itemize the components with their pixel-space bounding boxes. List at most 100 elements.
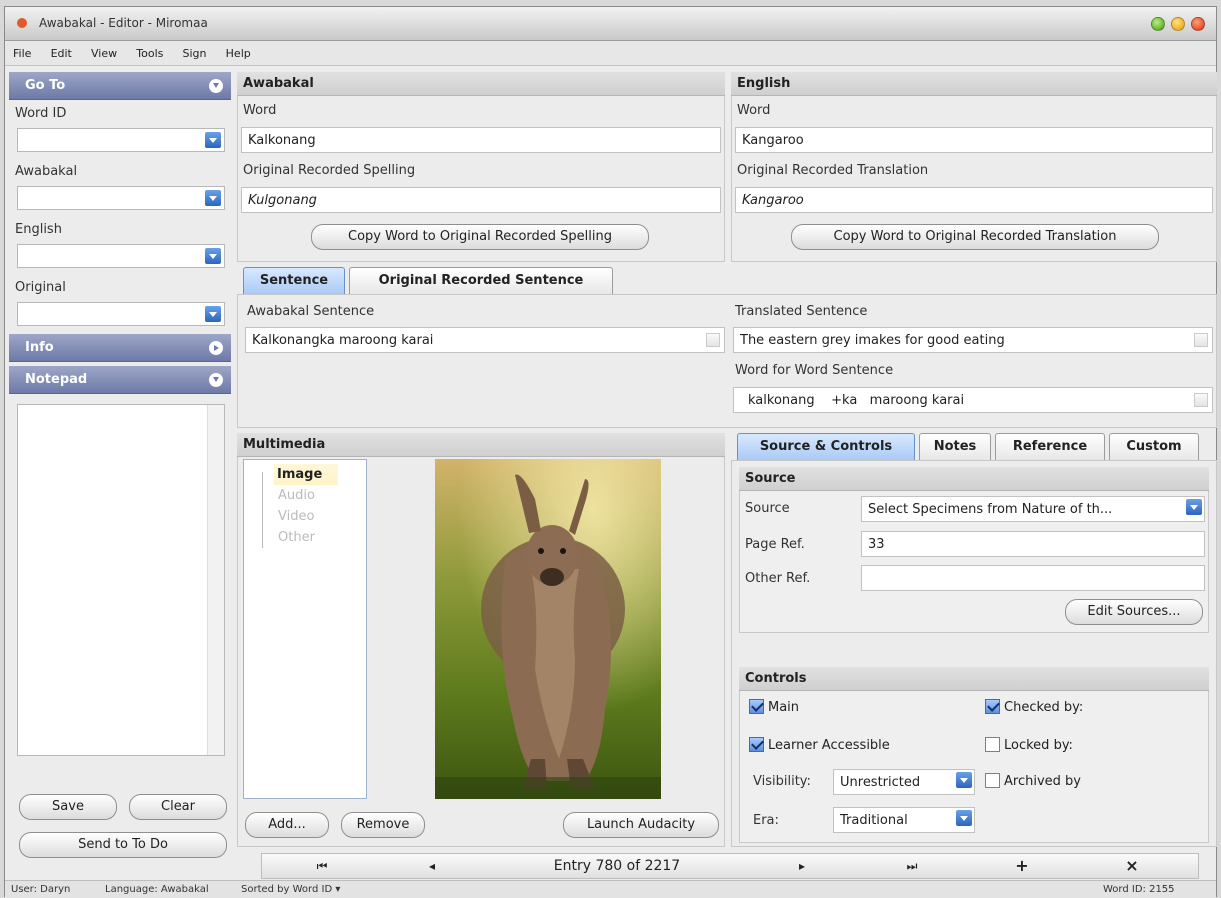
english-orig-input[interactable]: Kangaroo	[735, 187, 1213, 213]
collapse-icon[interactable]	[209, 373, 223, 387]
translated-sentence-label: Translated Sentence	[735, 304, 868, 319]
word-id-combo[interactable]	[17, 128, 225, 152]
awabakal-label: Awabakal	[15, 164, 78, 179]
add-record-icon[interactable]: +	[972, 854, 1072, 878]
close-button[interactable]	[1191, 17, 1205, 31]
page-ref-label: Page Ref.	[745, 537, 805, 552]
copy-word-to-original-translation-button[interactable]: Copy Word to Original Recorded Translati…	[791, 224, 1159, 250]
last-record-icon[interactable]: ⏭	[852, 854, 972, 878]
tree-connector	[262, 472, 263, 548]
delete-record-icon[interactable]: ×	[1072, 854, 1192, 878]
dropdown-arrow-icon[interactable]	[956, 772, 972, 788]
archived-by-checkbox[interactable]: Archived by	[985, 773, 1081, 789]
locked-by-checkbox[interactable]: Locked by:	[985, 737, 1073, 753]
save-button[interactable]: Save	[19, 794, 117, 820]
menu-edit[interactable]: Edit	[43, 42, 79, 60]
dropdown-arrow-icon[interactable]	[1186, 499, 1202, 515]
status-sort[interactable]: Sorted by Word ID ▾	[241, 884, 340, 895]
copy-word-to-original-spelling-button[interactable]: Copy Word to Original Recorded Spelling	[311, 224, 649, 250]
awabakal-combo[interactable]	[17, 186, 225, 210]
tab-source-controls[interactable]: Source & Controls	[737, 433, 915, 461]
remove-media-button[interactable]: Remove	[341, 812, 425, 838]
tree-item-image[interactable]: Image	[274, 464, 338, 485]
clear-button[interactable]: Clear	[129, 794, 227, 820]
main-label: Main	[768, 700, 800, 715]
notepad-header[interactable]: Notepad	[9, 366, 231, 394]
visibility-select[interactable]: Unrestricted	[833, 769, 975, 795]
checkbox-checked-icon[interactable]	[985, 699, 1000, 714]
sidebar: Go To Word ID Awabakal English Original …	[9, 72, 231, 867]
visibility-dropdown[interactable]	[954, 772, 972, 790]
maximize-button[interactable]	[1171, 17, 1185, 31]
original-label: Original	[15, 280, 66, 295]
learner-accessible-checkbox[interactable]: Learner Accessible	[749, 737, 890, 753]
awabakal-word-input[interactable]: Kalkonang	[241, 127, 721, 153]
awabakal-orig-input[interactable]: Kulgonang	[241, 187, 721, 213]
previous-record-icon[interactable]: ◂	[382, 854, 482, 878]
translated-sentence-input[interactable]: The eastern grey imakes for good eating	[733, 327, 1213, 353]
visibility-value: Unrestricted	[840, 775, 921, 790]
dropdown-arrow-icon[interactable]	[205, 306, 221, 322]
english-word-input[interactable]: Kangaroo	[735, 127, 1213, 153]
collapse-icon[interactable]	[209, 79, 223, 93]
source-dropdown[interactable]	[1184, 499, 1202, 517]
edit-sources-button[interactable]: Edit Sources...	[1065, 599, 1203, 625]
menu-tools[interactable]: Tools	[128, 42, 170, 60]
spinner-icon[interactable]	[1194, 393, 1208, 407]
dropdown-arrow-icon[interactable]	[205, 132, 221, 148]
menu-sign[interactable]: Sign	[175, 42, 214, 60]
dropdown-arrow-icon[interactable]	[205, 248, 221, 264]
checkbox-unchecked-icon[interactable]	[985, 737, 1000, 752]
english-label: English	[15, 222, 62, 237]
info-title: Info	[25, 340, 54, 355]
tab-custom[interactable]: Custom	[1109, 433, 1199, 461]
notepad-textarea[interactable]	[17, 404, 225, 756]
expand-icon[interactable]	[209, 341, 223, 355]
launch-audacity-button[interactable]: Launch Audacity	[563, 812, 719, 838]
menu-file[interactable]: File	[5, 42, 38, 60]
menu-bar: File Edit View Tools Sign Help	[5, 42, 1216, 66]
first-record-icon[interactable]: ⏮	[262, 854, 382, 878]
checkbox-checked-icon[interactable]	[749, 737, 764, 752]
notepad-scrollbar[interactable]	[207, 405, 224, 755]
next-record-icon[interactable]: ▸	[752, 854, 852, 878]
add-media-button[interactable]: Add...	[245, 812, 329, 838]
dropdown-arrow-icon[interactable]	[956, 810, 972, 826]
other-ref-input[interactable]	[861, 565, 1205, 591]
dropdown-arrow-icon[interactable]	[205, 190, 221, 206]
source-label: Source	[745, 501, 790, 516]
english-header: English	[731, 72, 1217, 96]
page-ref-input[interactable]: 33	[861, 531, 1205, 557]
word-for-word-input[interactable]: kalkonang +ka maroong karai	[733, 387, 1213, 413]
word-id-label: Word ID	[15, 106, 67, 121]
tab-sentence[interactable]: Sentence	[243, 267, 345, 295]
era-select[interactable]: Traditional	[833, 807, 975, 833]
checkbox-checked-icon[interactable]	[749, 699, 764, 714]
era-dropdown[interactable]	[954, 810, 972, 828]
source-select[interactable]: Select Specimens from Nature of th...	[861, 496, 1205, 522]
menu-help[interactable]: Help	[218, 42, 258, 60]
word-for-word-label: Word for Word Sentence	[735, 363, 894, 378]
info-header[interactable]: Info	[9, 334, 231, 362]
goto-header[interactable]: Go To	[9, 72, 231, 100]
app-window: Awabakal - Editor - Miromaa File Edit Vi…	[4, 6, 1217, 898]
english-orig-label: Original Recorded Translation	[737, 163, 929, 178]
minimize-button[interactable]	[1151, 17, 1165, 31]
tab-notes[interactable]: Notes	[919, 433, 991, 461]
original-combo[interactable]	[17, 302, 225, 326]
tab-reference[interactable]: Reference	[995, 433, 1105, 461]
tab-original-recorded-sentence[interactable]: Original Recorded Sentence	[349, 267, 613, 295]
expand-text-icon[interactable]	[1194, 333, 1208, 347]
expand-text-icon[interactable]	[706, 333, 720, 347]
multimedia-header: Multimedia	[237, 433, 725, 457]
awabakal-sentence-input[interactable]: Kalkonangka maroong karai	[245, 327, 725, 353]
title-bar: Awabakal - Editor - Miromaa	[5, 7, 1216, 41]
checkbox-unchecked-icon[interactable]	[985, 773, 1000, 788]
status-language: Language: Awabakal	[105, 884, 209, 895]
send-to-todo-button[interactable]: Send to To Do	[19, 832, 227, 858]
media-type-tree[interactable]: Image Audio Video Other	[243, 459, 367, 799]
main-checkbox[interactable]: Main	[749, 699, 799, 715]
menu-view[interactable]: View	[83, 42, 124, 60]
english-combo[interactable]	[17, 244, 225, 268]
checked-by-checkbox[interactable]: Checked by:	[985, 699, 1083, 715]
